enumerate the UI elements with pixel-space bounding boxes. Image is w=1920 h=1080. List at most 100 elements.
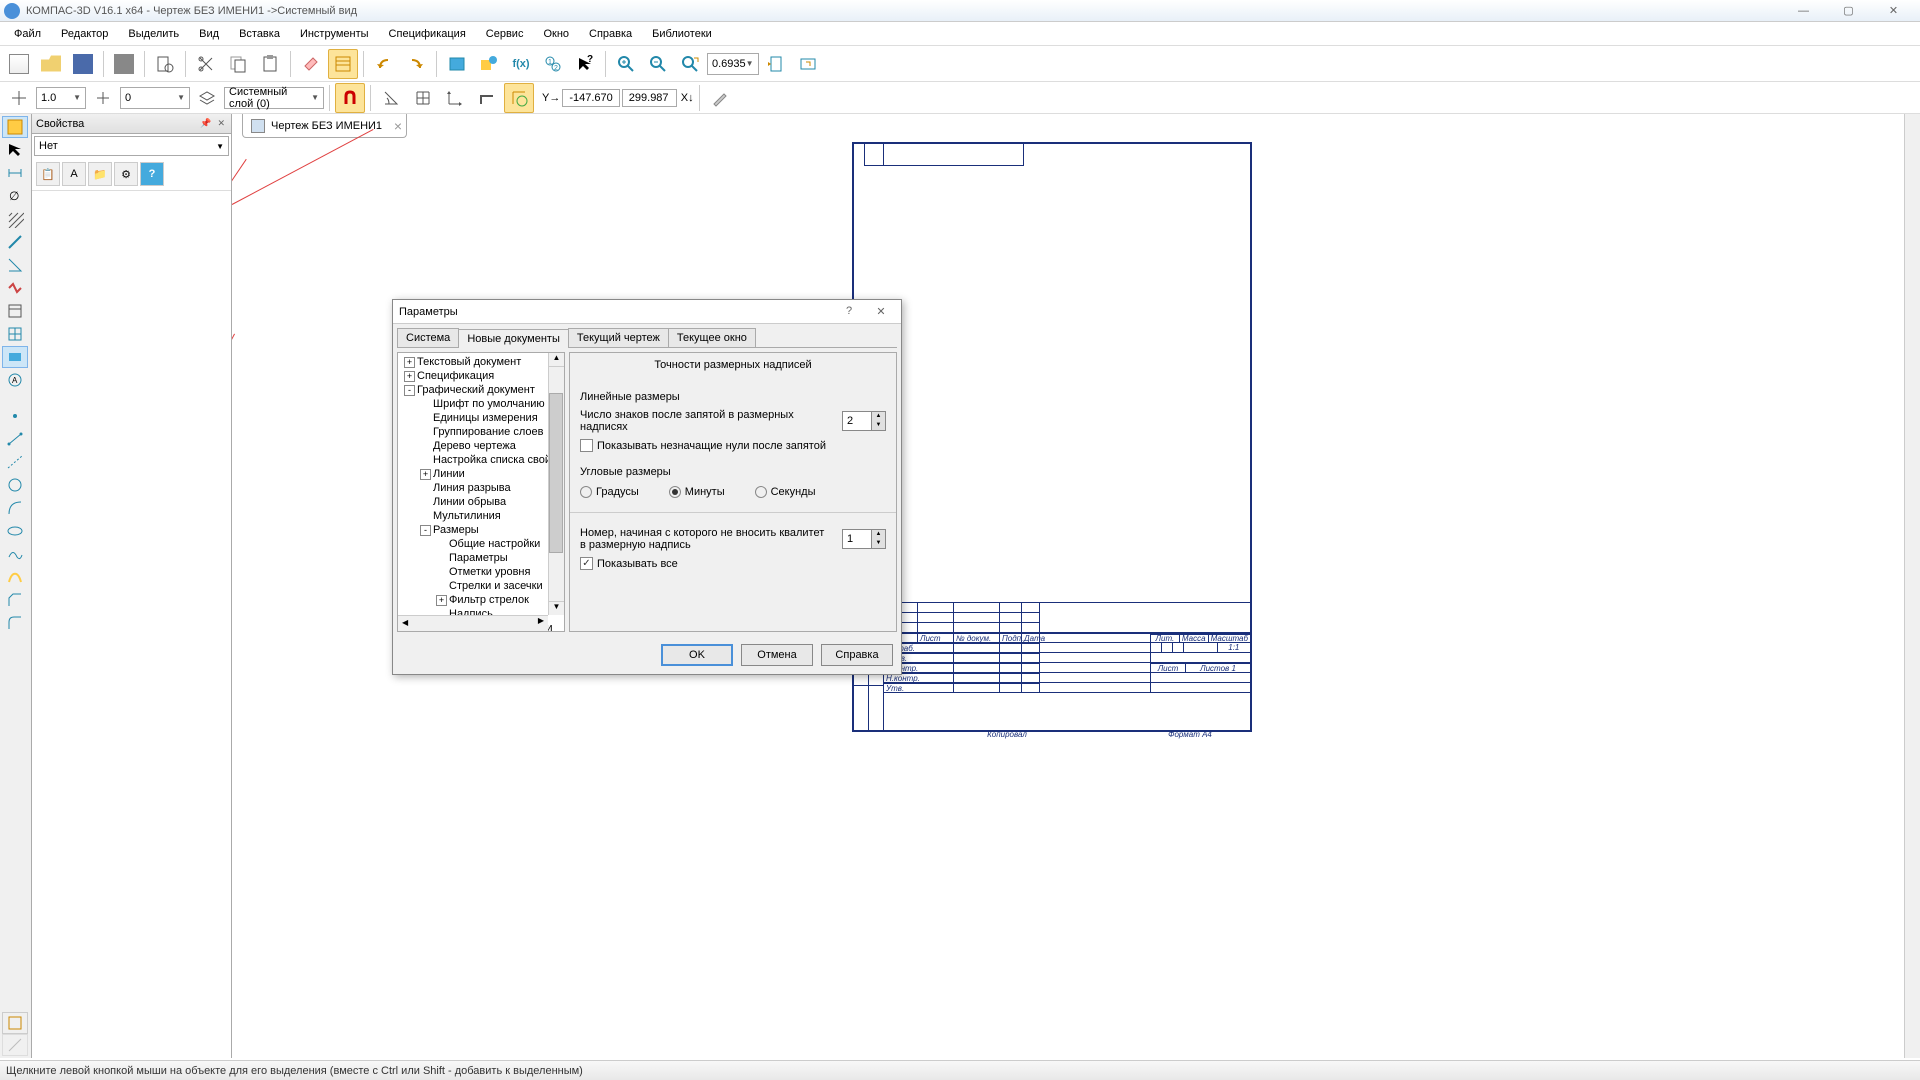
menu-insert[interactable]: Вставка — [229, 26, 290, 42]
tab-system[interactable]: Система — [397, 328, 459, 347]
menu-spec[interactable]: Спецификация — [379, 26, 476, 42]
document-tab[interactable]: Чертеж БЕЗ ИМЕНИ1 × — [242, 114, 407, 138]
new-button[interactable] — [4, 49, 34, 79]
maximize-button[interactable]: ▢ — [1826, 1, 1871, 21]
tree-item[interactable]: Стрелки и засечки — [400, 579, 562, 593]
radio-minutes[interactable] — [669, 486, 681, 498]
panel-help-icon[interactable]: ? — [140, 162, 164, 186]
menu-tools[interactable]: Инструменты — [290, 26, 379, 42]
menu-file[interactable]: Файл — [4, 26, 51, 42]
pencil-button[interactable] — [705, 83, 735, 113]
angle-button[interactable] — [376, 83, 406, 113]
help-button[interactable]: Справка — [821, 644, 893, 666]
zoom-in-button[interactable] — [611, 49, 641, 79]
bezier-tool[interactable] — [2, 566, 28, 588]
fillet-tool[interactable] — [2, 612, 28, 634]
save-button[interactable] — [68, 49, 98, 79]
dimension-tool[interactable] — [2, 162, 28, 184]
cancel-button[interactable]: Отмена — [741, 644, 813, 666]
preview-button[interactable] — [150, 49, 180, 79]
menu-help[interactable]: Справка — [579, 26, 642, 42]
break-tool[interactable] — [2, 277, 28, 299]
decimals-spinbox[interactable]: ▲▼ — [842, 411, 886, 431]
layer-icon[interactable] — [192, 83, 222, 113]
tree-item[interactable]: +Линии — [400, 467, 562, 481]
drawing-canvas[interactable]: Чертеж БЕЗ ИМЕНИ1 × — [232, 114, 1904, 1058]
tree-scrollbar-v[interactable]: ▲▼ — [548, 353, 564, 615]
fx-button[interactable]: f(x) — [506, 49, 536, 79]
tree-item[interactable]: Единицы измерения — [400, 411, 562, 425]
table-tool[interactable] — [2, 323, 28, 345]
zoom-window-button[interactable] — [675, 49, 705, 79]
hatch-tool[interactable] — [2, 208, 28, 230]
panel-tool-1[interactable]: 📋 — [36, 162, 60, 186]
round-button[interactable] — [504, 83, 534, 113]
tree-item[interactable]: Мультилиния — [400, 509, 562, 523]
tree-item[interactable]: Группирование слоев — [400, 425, 562, 439]
qualitet-spinbox[interactable]: ▲▼ — [842, 529, 886, 549]
circle-tool[interactable] — [2, 474, 28, 496]
undo-button[interactable] — [369, 49, 399, 79]
library-manager-button[interactable] — [474, 49, 504, 79]
radio-degrees[interactable] — [580, 486, 592, 498]
text-tool[interactable] — [2, 300, 28, 322]
snap-button[interactable] — [335, 83, 365, 113]
spin-up-icon[interactable]: ▲ — [872, 412, 885, 421]
help-cursor-button[interactable]: ? — [570, 49, 600, 79]
grid-button[interactable] — [408, 83, 438, 113]
format-tool[interactable] — [2, 1012, 28, 1034]
menu-service[interactable]: Сервис — [476, 26, 534, 42]
library-button[interactable] — [442, 49, 472, 79]
menu-libraries[interactable]: Библиотеки — [642, 26, 722, 42]
spin-down-icon[interactable]: ▼ — [872, 421, 885, 430]
canvas-scrollbar-v[interactable] — [1904, 114, 1920, 1058]
paste-button[interactable] — [255, 49, 285, 79]
region-tool[interactable]: A — [2, 369, 28, 391]
tree-item[interactable]: Общие настройки — [400, 537, 562, 551]
style-dropdown[interactable]: 0▼ — [120, 87, 190, 109]
spin-down-icon[interactable]: ▼ — [872, 539, 885, 548]
tree-item[interactable]: -Графический документ — [400, 383, 562, 397]
menu-editor[interactable]: Редактор — [51, 26, 118, 42]
panel-tool-3[interactable]: 📁 — [88, 162, 112, 186]
redo-button[interactable] — [401, 49, 431, 79]
close-button[interactable]: ✕ — [1871, 1, 1916, 21]
tree-item[interactable]: Дерево чертежа — [400, 439, 562, 453]
radio-seconds[interactable] — [755, 486, 767, 498]
panel-tool-2[interactable]: A — [62, 162, 86, 186]
tab-current-drawing[interactable]: Текущий чертеж — [568, 328, 669, 347]
panel-object-dropdown[interactable]: Нет▼ — [34, 136, 229, 156]
dialog-help-icon[interactable]: ? — [835, 305, 863, 318]
step-button[interactable] — [88, 83, 118, 113]
zoom-value-dropdown[interactable]: 0.6935▼ — [707, 53, 759, 75]
qualitet-input[interactable] — [843, 530, 871, 548]
chamfer-tool[interactable] — [2, 589, 28, 611]
tab-current-window[interactable]: Текущее окно — [668, 328, 756, 347]
tree-item[interactable]: Шрифт по умолчанию — [400, 397, 562, 411]
show-all-checkbox[interactable]: ✓ — [580, 557, 593, 570]
zoom-fit-button[interactable] — [761, 49, 791, 79]
geometry-tool[interactable] — [2, 116, 28, 138]
tree-item[interactable]: +Спецификация — [400, 369, 562, 383]
line-tool[interactable] — [2, 231, 28, 253]
dialog-close-icon[interactable]: ✕ — [867, 305, 895, 318]
document-tab-close-icon[interactable]: × — [394, 118, 402, 134]
angle-tool[interactable] — [2, 254, 28, 276]
tree-item[interactable]: +Фильтр стрелок — [400, 593, 562, 607]
segment-tool[interactable] — [2, 428, 28, 450]
settings-tree[interactable]: +Текстовый документ+Спецификация-Графиче… — [397, 352, 565, 632]
ellipse-tool[interactable] — [2, 520, 28, 542]
arc-tool[interactable] — [2, 497, 28, 519]
axis-button[interactable] — [440, 83, 470, 113]
eraser-button[interactable] — [296, 49, 326, 79]
minimize-button[interactable]: — — [1781, 1, 1826, 21]
menu-window[interactable]: Окно — [533, 26, 579, 42]
properties-button[interactable] — [328, 49, 358, 79]
variables-button[interactable]: 12 — [538, 49, 568, 79]
print-button[interactable] — [109, 49, 139, 79]
tab-new-documents[interactable]: Новые документы — [458, 329, 569, 348]
spline-tool[interactable] — [2, 543, 28, 565]
tree-item[interactable]: +Текстовый документ — [400, 355, 562, 369]
dialog-titlebar[interactable]: Параметры ? ✕ — [393, 300, 901, 324]
tree-item[interactable]: Настройка списка свойств — [400, 453, 562, 467]
